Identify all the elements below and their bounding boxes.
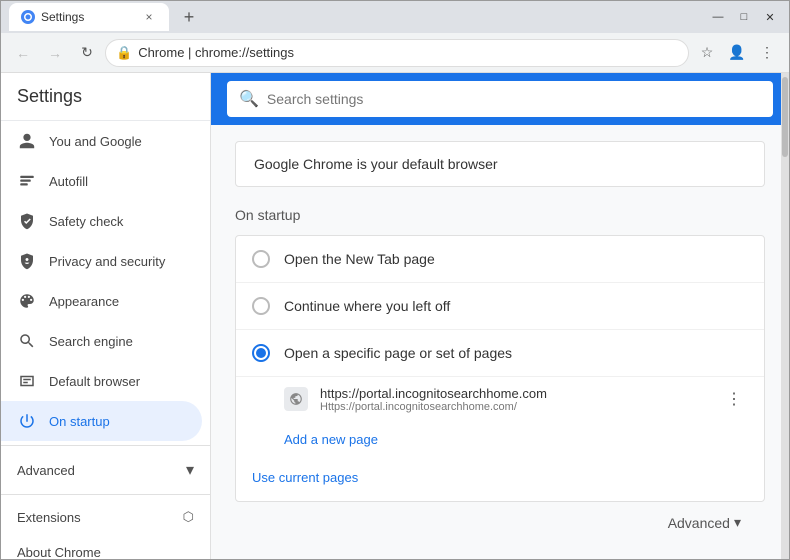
startup-url-item: https://portal.incognitosearchhome.com H… xyxy=(236,377,764,421)
sidebar-label-autofill: Autofill xyxy=(49,174,88,189)
menu-button[interactable]: ⋮ xyxy=(753,39,781,67)
sidebar-item-privacy-security[interactable]: Privacy and security xyxy=(1,241,202,281)
sidebar-label-appearance: Appearance xyxy=(49,294,119,309)
address-bar[interactable]: 🔒 Chrome | chrome://settings xyxy=(105,39,689,67)
appearance-icon xyxy=(17,291,37,311)
autofill-icon xyxy=(17,171,37,191)
bottom-advanced: Advanced ▾ xyxy=(235,502,765,543)
title-bar: Settings × + — □ ✕ xyxy=(1,1,789,33)
maximize-button[interactable]: □ xyxy=(733,6,755,28)
browser-tab[interactable]: Settings × xyxy=(9,3,169,31)
url-favicon xyxy=(284,387,308,411)
radio-new-tab[interactable] xyxy=(252,250,270,268)
shield-lock-icon xyxy=(17,251,37,271)
on-startup-section: On startup Open the New Tab page Continu… xyxy=(235,207,765,502)
nav-right-buttons: ☆ 👤 ⋮ xyxy=(693,39,781,67)
sidebar-extensions-label: Extensions xyxy=(17,510,81,525)
sidebar: Settings You and Google Autofill xyxy=(1,73,211,559)
nav-bar: ← → ↻ 🔒 Chrome | chrome://settings ☆ 👤 ⋮ xyxy=(1,33,789,73)
sidebar-item-safety-check[interactable]: Safety check xyxy=(1,201,202,241)
person-icon xyxy=(17,131,37,151)
sidebar-item-about[interactable]: About Chrome xyxy=(1,535,210,559)
reload-button[interactable]: ↻ xyxy=(73,39,101,67)
radio-option-specific[interactable]: Open a specific page or set of pages xyxy=(236,330,764,377)
add-new-page: Add a new page xyxy=(236,421,764,459)
sidebar-item-you-google[interactable]: You and Google xyxy=(1,121,202,161)
bottom-advanced-arrow[interactable]: ▾ xyxy=(734,514,741,531)
main-content: 🔍 Google Chrome is your default browser … xyxy=(211,73,789,559)
settings-body: Settings You and Google Autofill xyxy=(1,73,789,559)
sidebar-label-privacy-security: Privacy and security xyxy=(49,254,165,269)
use-current-pages: Use current pages xyxy=(236,459,764,501)
sidebar-item-on-startup[interactable]: On startup xyxy=(1,401,202,441)
sidebar-label-on-startup: On startup xyxy=(49,414,110,429)
scrollbar[interactable] xyxy=(781,73,789,559)
sidebar-advanced[interactable]: Advanced ▾ xyxy=(1,450,210,490)
profile-button[interactable]: 👤 xyxy=(723,39,751,67)
sidebar-label-safety-check: Safety check xyxy=(49,214,123,229)
startup-options: Open the New Tab page Continue where you… xyxy=(235,235,765,502)
sidebar-item-extensions[interactable]: Extensions ⬡ xyxy=(1,499,210,535)
sidebar-item-appearance[interactable]: Appearance xyxy=(1,281,202,321)
content-area: Google Chrome is your default browser On… xyxy=(211,125,789,559)
sidebar-label-you-google: You and Google xyxy=(49,134,142,149)
advanced-arrow-icon: ▾ xyxy=(186,460,194,480)
search-bar-container: 🔍 xyxy=(211,73,789,125)
search-input[interactable] xyxy=(267,91,761,107)
radio-option-new-tab[interactable]: Open the New Tab page xyxy=(236,236,764,283)
add-new-page-link[interactable]: Add a new page xyxy=(284,432,378,447)
sidebar-item-default-browser[interactable]: Default browser xyxy=(1,361,202,401)
bottom-advanced-label[interactable]: Advanced xyxy=(668,515,730,531)
url-sub: Https://portal.incognitosearchhome.com/ xyxy=(320,401,708,413)
radio-option-continue[interactable]: Continue where you left off xyxy=(236,283,764,330)
forward-button[interactable]: → xyxy=(41,39,69,67)
lock-icon: 🔒 xyxy=(116,45,132,61)
sidebar-divider-2 xyxy=(1,494,210,495)
power-icon xyxy=(17,411,37,431)
browser-frame: Settings × + — □ ✕ ← → ↻ 🔒 Chrome | chro… xyxy=(0,0,790,560)
default-browser-text: Google Chrome is your default browser xyxy=(254,156,498,172)
sidebar-label-search-engine: Search engine xyxy=(49,334,133,349)
close-tab-button[interactable]: × xyxy=(141,9,157,25)
tab-favicon xyxy=(21,10,35,24)
sidebar-advanced-label: Advanced xyxy=(17,463,75,478)
close-button[interactable]: ✕ xyxy=(759,6,781,28)
back-button[interactable]: ← xyxy=(9,39,37,67)
search-bar[interactable]: 🔍 xyxy=(227,81,773,117)
default-browser-banner: Google Chrome is your default browser xyxy=(235,141,765,187)
sidebar-item-search-engine[interactable]: Search engine xyxy=(1,321,202,361)
search-icon: 🔍 xyxy=(239,89,259,109)
url-text: Chrome | chrome://settings xyxy=(138,45,294,60)
sidebar-divider xyxy=(1,445,210,446)
radio-label-new-tab: Open the New Tab page xyxy=(284,251,435,267)
title-bar-left: Settings × + xyxy=(9,3,201,31)
sidebar-about-label: About Chrome xyxy=(17,545,101,559)
external-link-icon: ⬡ xyxy=(183,509,194,525)
url-info: https://portal.incognitosearchhome.com H… xyxy=(320,386,708,413)
radio-label-continue: Continue where you left off xyxy=(284,298,450,314)
bookmark-button[interactable]: ☆ xyxy=(693,39,721,67)
browser-icon xyxy=(17,371,37,391)
use-current-pages-link[interactable]: Use current pages xyxy=(252,470,358,485)
on-startup-title: On startup xyxy=(235,207,765,223)
sidebar-label-default-browser: Default browser xyxy=(49,374,140,389)
window-controls: — □ ✕ xyxy=(707,6,781,28)
shield-check-icon xyxy=(17,211,37,231)
search-icon xyxy=(17,331,37,351)
tab-title: Settings xyxy=(41,10,84,24)
url-menu-button[interactable]: ⋮ xyxy=(720,385,748,413)
radio-specific[interactable] xyxy=(252,344,270,362)
new-tab-button[interactable]: + xyxy=(177,5,201,29)
sidebar-title: Settings xyxy=(1,73,210,121)
radio-label-specific: Open a specific page or set of pages xyxy=(284,345,512,361)
sidebar-item-autofill[interactable]: Autofill xyxy=(1,161,202,201)
url-main: https://portal.incognitosearchhome.com xyxy=(320,386,708,401)
scrollbar-thumb[interactable] xyxy=(782,77,788,157)
minimize-button[interactable]: — xyxy=(707,6,729,28)
radio-continue[interactable] xyxy=(252,297,270,315)
